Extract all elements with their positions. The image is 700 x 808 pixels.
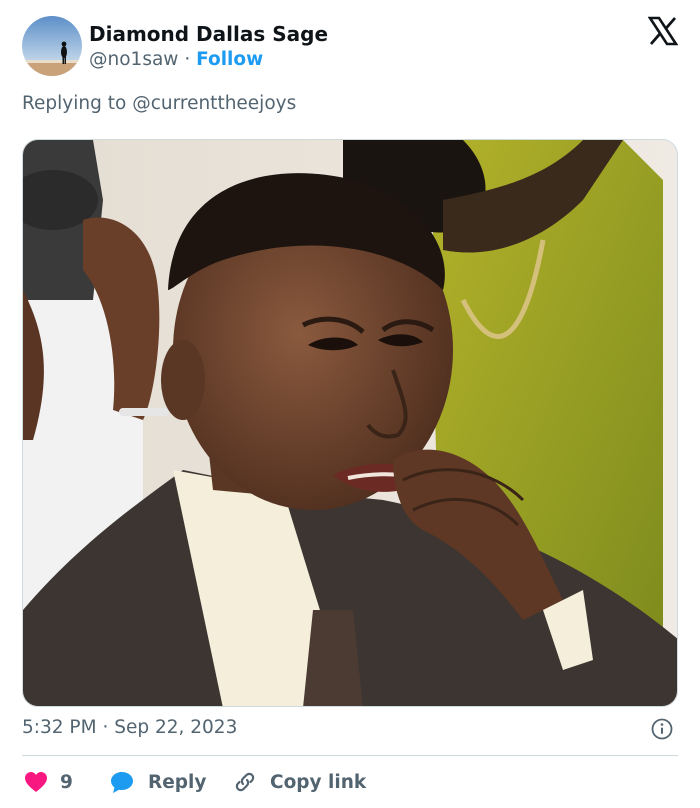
copy-link-label: Copy link — [270, 771, 367, 793]
avatar-image — [22, 16, 82, 76]
replying-to-line: Replying to @currenttheejoys — [22, 92, 296, 116]
info-icon[interactable] — [651, 718, 673, 740]
reply-button[interactable]: Reply — [110, 768, 206, 796]
replying-to-prefix: Replying to — [22, 93, 127, 114]
like-count: 9 — [60, 771, 73, 793]
like-button[interactable]: 9 — [24, 768, 73, 796]
divider — [22, 755, 678, 756]
heart-icon — [25, 772, 47, 792]
author-name[interactable]: Diamond Dallas Sage — [89, 22, 328, 46]
follow-button[interactable]: Follow — [196, 49, 263, 70]
handle-separator: · — [184, 49, 191, 70]
link-icon — [235, 772, 255, 792]
photo-illustration — [23, 140, 677, 706]
timestamp-date: Sep 22, 2023 — [114, 717, 238, 738]
author-handle[interactable]: @no1saw — [89, 49, 178, 70]
replying-to-mention[interactable]: @currenttheejoys — [132, 93, 296, 114]
author-handle-row: @no1saw · Follow — [89, 48, 263, 72]
reply-label: Reply — [148, 771, 207, 793]
avatar[interactable] — [22, 16, 82, 76]
x-logo-icon[interactable] — [647, 16, 679, 46]
tweet-media-photo[interactable] — [22, 139, 678, 707]
timestamp-time: 5:32 PM — [22, 717, 97, 738]
copy-link-button[interactable]: Copy link — [232, 768, 366, 796]
tweet-embed-card: Diamond Dallas Sage @no1saw · Follow Rep… — [0, 0, 700, 808]
timestamp-separator: · — [102, 717, 109, 738]
tweet-timestamp[interactable]: 5:32 PM · Sep 22, 2023 — [22, 716, 237, 740]
reply-bubble-icon — [111, 772, 133, 793]
